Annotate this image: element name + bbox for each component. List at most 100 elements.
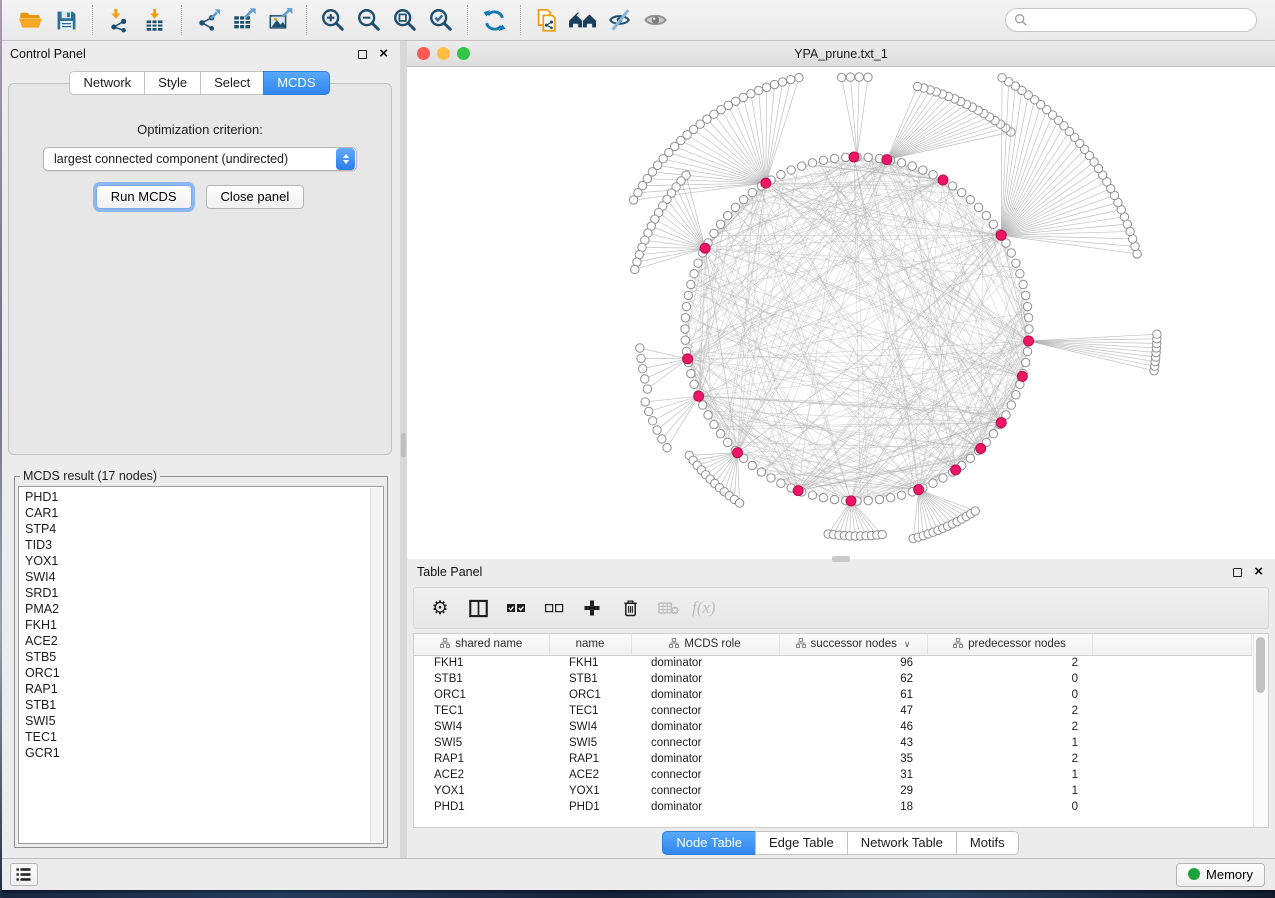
delete-table-button[interactable] <box>654 593 682 623</box>
close-panel-icon[interactable]: × <box>379 49 388 59</box>
optimization-criterion-select[interactable]: largest connected component (undirected) <box>43 147 357 171</box>
mcds-result-item[interactable]: TEC1 <box>25 729 369 745</box>
close-traffic-light[interactable] <box>417 47 430 60</box>
optimization-criterion-label: Optimization criterion: <box>137 122 263 137</box>
memory-button[interactable]: Memory <box>1176 863 1265 887</box>
table-row[interactable]: SWI4SWI4dominator462 <box>414 719 1252 735</box>
task-history-button[interactable] <box>10 863 38 886</box>
minimize-traffic-light[interactable] <box>437 47 450 60</box>
mcds-result-item[interactable]: ORC1 <box>25 665 369 681</box>
table-options-button[interactable]: ⚙ <box>426 593 454 623</box>
list-scrollbar[interactable] <box>370 488 382 842</box>
network-view-canvas[interactable] <box>407 67 1275 559</box>
mcds-result-item[interactable]: SRD1 <box>25 585 369 601</box>
control-panel-tabs: NetworkStyleSelectMCDS <box>0 71 400 95</box>
export-image-button[interactable] <box>262 3 298 37</box>
first-neighbors-button[interactable] <box>565 3 601 37</box>
mcds-result-item[interactable]: PMA2 <box>25 601 369 617</box>
scrollbar-thumb[interactable] <box>1256 637 1265 693</box>
table-row[interactable]: TEC1TEC1connector472 <box>414 703 1252 719</box>
column-type-icon <box>669 638 679 651</box>
zoom-out-button[interactable] <box>351 3 387 37</box>
table-row[interactable]: YOX1YOX1connector291 <box>414 783 1252 799</box>
mcds-result-item[interactable]: PHD1 <box>25 489 369 505</box>
tab-mcds[interactable]: MCDS <box>263 71 329 95</box>
plus-icon <box>583 599 601 617</box>
column-header-predecessor-nodes[interactable]: predecessor nodes <box>927 634 1092 655</box>
show-columns-button[interactable] <box>464 593 492 623</box>
table-row[interactable]: RAP1RAP1dominator352 <box>414 751 1252 767</box>
zoom-fit-button[interactable] <box>387 3 423 37</box>
table-row[interactable]: STB1STB1dominator620 <box>414 671 1252 687</box>
apply-layout-button[interactable] <box>476 3 512 37</box>
close-panel-icon[interactable]: × <box>1254 567 1263 577</box>
run-mcds-button[interactable]: Run MCDS <box>96 185 192 209</box>
table-row[interactable]: PHD1PHD1dominator180 <box>414 799 1252 815</box>
mcds-result-item[interactable]: STP4 <box>25 521 369 537</box>
mcds-result-item[interactable]: YOX1 <box>25 553 369 569</box>
mcds-result-item[interactable]: RAP1 <box>25 681 369 697</box>
delete-row-button[interactable] <box>616 593 644 623</box>
mcds-result-list[interactable]: PHD1CAR1STP4TID3YOX1SWI4SRD1PMA2FKH1ACE2… <box>18 486 384 844</box>
export-network-button[interactable] <box>190 3 226 37</box>
search-field[interactable] <box>1005 8 1257 32</box>
maximize-traffic-light[interactable] <box>457 47 470 60</box>
column-type-icon <box>953 638 963 651</box>
tab-network[interactable]: Network <box>69 71 145 95</box>
table-row[interactable]: ACE2ACE2connector311 <box>414 767 1252 783</box>
export-table-button[interactable] <box>226 3 262 37</box>
mcds-result-item[interactable]: SWI5 <box>25 713 369 729</box>
save-session-button[interactable] <box>48 3 84 37</box>
mcds-result-item[interactable]: ACE2 <box>25 633 369 649</box>
open-session-button[interactable] <box>12 3 48 37</box>
column-header-successor-nodes[interactable]: successor nodes∨ <box>779 634 927 655</box>
vertical-splitter[interactable] <box>400 41 407 858</box>
column-header-mcds-role[interactable]: MCDS role <box>631 634 779 655</box>
mcds-result-item[interactable]: CAR1 <box>25 505 369 521</box>
tab-network-table[interactable]: Network Table <box>847 831 957 855</box>
function-builder-button[interactable]: f(x) <box>692 593 716 623</box>
save-floppy-icon <box>54 8 79 33</box>
import-network-button[interactable] <box>101 3 137 37</box>
memory-status-dot <box>1188 868 1200 880</box>
mcds-result-item[interactable]: STB1 <box>25 697 369 713</box>
select-all-button[interactable] <box>502 593 530 623</box>
zoom-out-icon <box>356 7 382 33</box>
mcds-result-item[interactable]: TID3 <box>25 537 369 553</box>
close-panel-button[interactable]: Close panel <box>206 185 305 209</box>
table-row[interactable]: ORC1ORC1dominator610 <box>414 687 1252 703</box>
table-scrollbar[interactable] <box>1253 634 1268 827</box>
network-window-titlebar[interactable]: YPA_prune.txt_1 <box>407 41 1275 67</box>
mcds-result-item[interactable]: FKH1 <box>25 617 369 633</box>
hide-selected-button[interactable] <box>601 3 637 37</box>
zoom-in-button[interactable] <box>315 3 351 37</box>
tab-style[interactable]: Style <box>144 71 201 95</box>
add-row-button[interactable] <box>578 593 606 623</box>
mcds-result-item[interactable]: GCR1 <box>25 745 369 761</box>
float-window-icon[interactable] <box>1233 568 1242 577</box>
column-header-name[interactable]: name <box>549 634 631 655</box>
toolbar-separator <box>181 5 182 35</box>
tab-motifs[interactable]: Motifs <box>956 831 1019 855</box>
search-input[interactable] <box>1033 13 1248 27</box>
table-row[interactable]: SWI5SWI5connector431 <box>414 735 1252 751</box>
unchecked-boxes-icon <box>544 600 564 616</box>
column-type-icon <box>440 638 450 651</box>
network-window-title: YPA_prune.txt_1 <box>407 47 1275 61</box>
table-row[interactable]: FKH1FKH1dominator962 <box>414 655 1252 671</box>
tab-select[interactable]: Select <box>200 71 264 95</box>
eye-icon <box>642 7 669 33</box>
mcds-result-item[interactable]: SWI4 <box>25 569 369 585</box>
tab-node-table[interactable]: Node Table <box>662 831 756 855</box>
copy-network-button[interactable] <box>529 3 565 37</box>
mcds-result-item[interactable]: STB5 <box>25 649 369 665</box>
column-header-shared-name[interactable]: shared name <box>414 634 549 655</box>
float-window-icon[interactable] <box>358 50 367 59</box>
deselect-all-button[interactable] <box>540 593 568 623</box>
zoom-selected-button[interactable] <box>423 3 459 37</box>
import-table-button[interactable] <box>137 3 173 37</box>
splitter-handle[interactable] <box>401 433 406 457</box>
tab-edge-table[interactable]: Edge Table <box>755 831 848 855</box>
show-all-button[interactable] <box>637 3 673 37</box>
horizontal-splitter-handle[interactable] <box>832 556 850 562</box>
